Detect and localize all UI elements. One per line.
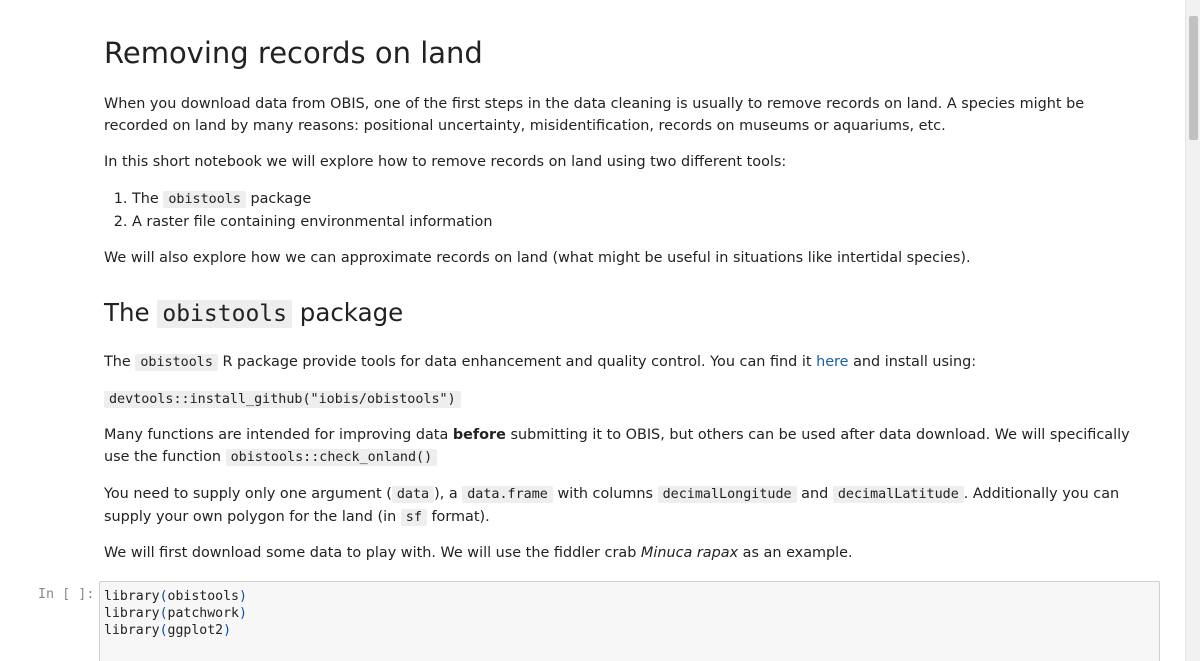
- notebook-page: Removing records on land When you downlo…: [0, 0, 1185, 661]
- inline-code: obistools: [163, 191, 246, 208]
- list-item: A raster file containing environmental i…: [132, 211, 1144, 233]
- inline-code: obistools: [135, 354, 218, 371]
- inline-code: obistools::check_onland(): [225, 449, 438, 466]
- page-title: Removing records on land: [104, 36, 483, 70]
- code-line: library(ggplot2): [104, 623, 232, 638]
- approximate-paragraph: We will also explore how we can approxim…: [104, 247, 1144, 269]
- approximate-text: We will also explore how we can approxim…: [104, 250, 971, 266]
- package-paragraph: The obistools R package provide tools fo…: [104, 354, 977, 371]
- inline-code: data: [391, 486, 435, 503]
- inline-code: sf: [400, 509, 427, 526]
- install-code-block: devtools::install_github("iobis/obistool…: [104, 388, 1144, 411]
- cell-prompt: In [ ]:: [38, 587, 95, 602]
- list-item: The obistools package: [132, 188, 1144, 211]
- intro-paragraph: When you download data from OBIS, one of…: [104, 93, 1144, 137]
- scrollbar-thumb[interactable]: [1189, 16, 1198, 140]
- code-cell-editor[interactable]: library(obistools) library(patchwork) libr…: [99, 581, 1160, 661]
- tools-intro-text: In this short notebook we will explore h…: [104, 154, 787, 170]
- inline-code: data.frame: [462, 486, 553, 503]
- section-heading: The obistools package: [104, 298, 404, 328]
- code-line: library(obistools): [104, 589, 247, 604]
- download-paragraph: We will first download some data to play…: [104, 545, 853, 561]
- inline-code: decimalLongitude: [657, 486, 797, 503]
- intro-text: When you download data from OBIS, one of…: [104, 96, 1085, 134]
- tools-list: The obistools package A raster file cont…: [104, 188, 1144, 233]
- heading-code: obistools: [157, 300, 292, 328]
- vertical-scrollbar[interactable]: [1185, 0, 1200, 661]
- code-line: library(patchwork): [104, 606, 247, 621]
- arguments-paragraph: You need to supply only one argument (da…: [104, 486, 1120, 526]
- functions-paragraph: Many functions are intended for improvin…: [104, 427, 1130, 466]
- tools-intro-paragraph: In this short notebook we will explore h…: [104, 151, 1144, 173]
- install-code: devtools::install_github("iobis/obistool…: [104, 391, 461, 408]
- here-link[interactable]: here: [816, 354, 848, 370]
- inline-code: decimalLatitude: [832, 486, 964, 503]
